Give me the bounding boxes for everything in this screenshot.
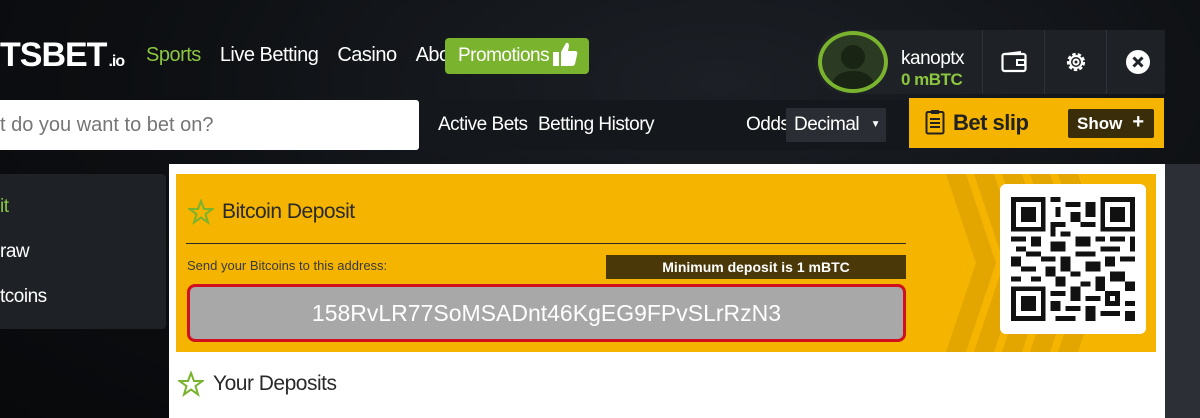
betslip-header[interactable]: Bet slip Show + xyxy=(909,98,1164,148)
star-icon xyxy=(188,199,214,225)
user-silhouette-icon xyxy=(830,45,876,89)
promotions-label: Promotions xyxy=(458,45,550,66)
send-label: Send your Bitcoins to this address: xyxy=(187,258,388,273)
clipboard-icon xyxy=(925,110,945,135)
odds-select[interactable]: Decimal ▼ xyxy=(786,108,886,142)
wallet-button[interactable] xyxy=(982,30,1044,94)
sidebar-item-withdraw[interactable]: raw xyxy=(0,241,30,263)
account-sidebar: it raw tcoins xyxy=(0,174,166,329)
deposit-title: Bitcoin Deposit xyxy=(222,200,355,223)
betslip-show-button[interactable]: Show + xyxy=(1068,109,1154,138)
balance: 0 mBTC xyxy=(901,70,963,89)
nav-sports[interactable]: Sports xyxy=(146,44,201,67)
odds-value: Decimal xyxy=(794,114,860,135)
odds-label: Odds xyxy=(746,114,790,135)
qr-code xyxy=(1000,184,1146,334)
site-logo[interactable]: TSBET .io xyxy=(0,36,125,75)
nav-live-betting[interactable]: Live Betting xyxy=(220,44,319,67)
main-nav: Sports Live Betting Casino About xyxy=(146,44,484,67)
plus-icon: + xyxy=(1132,111,1144,133)
bitcoin-deposit-panel: Bitcoin Deposit Send your Bitcoins to th… xyxy=(176,174,1156,352)
nav-casino[interactable]: Casino xyxy=(337,44,397,67)
search-input[interactable] xyxy=(0,100,419,150)
your-deposits-title: Your Deposits xyxy=(213,372,337,395)
sidebar-item-bitcoins[interactable]: tcoins xyxy=(0,286,47,308)
gear-icon xyxy=(1066,52,1085,72)
promotions-button[interactable]: Promotions xyxy=(445,38,589,74)
logout-button[interactable] xyxy=(1106,30,1168,94)
betting-history-link[interactable]: Betting History xyxy=(538,114,655,136)
settings-button[interactable] xyxy=(1044,30,1106,94)
logo-suffix: .io xyxy=(108,53,125,70)
caret-down-icon: ▼ xyxy=(870,119,881,130)
active-bets-link[interactable]: Active Bets xyxy=(438,114,528,136)
qr-code-icon xyxy=(1011,197,1135,321)
thumbs-up-icon xyxy=(553,42,578,66)
avatar[interactable] xyxy=(818,31,888,93)
divider xyxy=(186,243,906,244)
logo-text: TSBET xyxy=(0,36,107,74)
username[interactable]: kanoptx xyxy=(901,48,965,70)
close-icon xyxy=(1125,50,1150,74)
minimum-deposit-badge: Minimum deposit is 1 mBTC xyxy=(606,255,906,279)
sidebar-item-deposit[interactable]: it xyxy=(0,196,9,218)
bitcoin-address-field[interactable]: 158RvLR77SoMSADnt46KgEG9FPvSLrRzN3 xyxy=(187,284,906,342)
show-label: Show xyxy=(1077,113,1123,133)
background-strip xyxy=(1165,164,1200,418)
star-icon xyxy=(178,371,204,397)
wallet-icon xyxy=(1000,51,1027,73)
betslip-title: Bet slip xyxy=(953,110,1029,135)
